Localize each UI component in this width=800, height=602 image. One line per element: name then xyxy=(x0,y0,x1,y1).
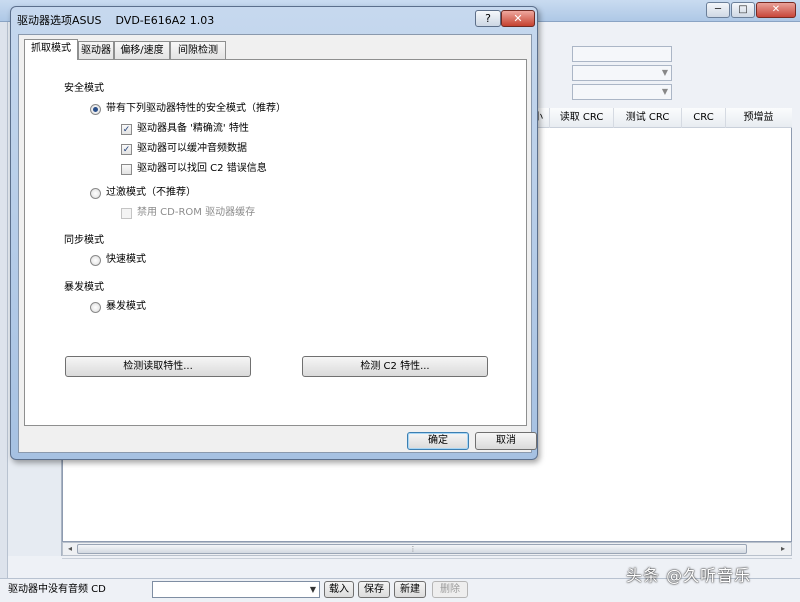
tab-rip-mode[interactable]: 抓取模式 xyxy=(24,39,78,60)
chevron-down-icon: ▼ xyxy=(309,585,316,594)
accurate-stream-label[interactable]: 驱动器具备 '精确流' 特性 xyxy=(137,122,249,136)
scroll-thumb[interactable]: ⋮ xyxy=(77,544,747,554)
column-header-read-crc[interactable]: 读取 CRC xyxy=(549,108,613,128)
chevron-down-icon: ▼ xyxy=(661,68,668,77)
c2-errors-label[interactable]: 驱动器可以找回 C2 错误信息 xyxy=(137,162,267,176)
secure-mode-label[interactable]: 带有下列驱动器特性的安全模式（推荐） xyxy=(106,102,286,116)
checkbox-accurate-stream[interactable]: ✓ xyxy=(121,124,132,135)
security-mode-heading: 安全模式 xyxy=(64,83,104,94)
fast-mode-label[interactable]: 快速模式 xyxy=(106,253,146,267)
tab-drive[interactable]: 驱动器 xyxy=(78,41,114,59)
horizontal-scrollbar[interactable]: ◂ ⋮ ▸ xyxy=(62,542,792,556)
info-select-2[interactable]: ▼ xyxy=(572,84,672,100)
paranoid-mode-label[interactable]: 过激模式（不推荐） xyxy=(106,186,196,200)
dialog-close-button[interactable]: ✕ xyxy=(501,10,535,27)
maximize-button[interactable]: □ xyxy=(731,2,755,18)
radio-paranoid-mode[interactable] xyxy=(90,188,101,199)
status-text: 驱动器中没有音频 CD xyxy=(8,584,106,595)
scroll-right-icon[interactable]: ▸ xyxy=(777,544,789,554)
info-select-1[interactable]: ▼ xyxy=(572,65,672,81)
tab-panel-rip-mode: 安全模式 带有下列驱动器特性的安全模式（推荐） ✓ 驱动器具备 '精确流' 特性… xyxy=(24,59,527,426)
cancel-button[interactable]: 取消 xyxy=(475,432,537,450)
load-button[interactable]: 载入 xyxy=(324,581,354,598)
radio-burst-mode[interactable] xyxy=(90,302,101,313)
burst-mode-label[interactable]: 暴发模式 xyxy=(106,300,146,314)
sync-mode-heading: 同步模式 xyxy=(64,235,104,246)
checkbox-caches-audio[interactable]: ✓ xyxy=(121,144,132,155)
drive-select[interactable]: ▼ xyxy=(152,581,320,598)
new-button[interactable]: 新建 xyxy=(394,581,426,598)
column-header-test-crc[interactable]: 测试 CRC xyxy=(613,108,681,128)
watermark: 头条 @久听音乐 xyxy=(626,566,752,585)
checkbox-c2-errors[interactable] xyxy=(121,164,132,175)
dialog-body: 抓取模式 驱动器 偏移/速度 间隙检测 安全模式 带有下列驱动器特性的安全模式（… xyxy=(18,34,537,453)
tab-offset-speed[interactable]: 偏移/速度 xyxy=(114,41,170,59)
caches-audio-label[interactable]: 驱动器可以缓冲音频数据 xyxy=(137,142,247,156)
radio-secure-mode[interactable] xyxy=(90,104,101,115)
detect-c2-features-button[interactable]: 检测 C2 特性... xyxy=(302,356,488,377)
disable-cache-label[interactable]: 禁用 CD-ROM 驱动器缓存 xyxy=(137,206,255,220)
info-field[interactable] xyxy=(572,46,672,62)
checkbox-disable-cache[interactable] xyxy=(121,208,132,219)
grip-icon: ⋮ xyxy=(409,545,417,553)
radio-fast-mode[interactable] xyxy=(90,255,101,266)
column-header-pregain[interactable]: 预增益 xyxy=(725,108,791,128)
scroll-left-icon[interactable]: ◂ xyxy=(65,544,75,554)
column-header-crc[interactable]: CRC xyxy=(681,108,725,128)
tab-gap-detection[interactable]: 间隙检测 xyxy=(170,41,226,59)
detect-read-features-button[interactable]: 检测读取特性... xyxy=(65,356,251,377)
dialog-title: 驱动器选项ASUS DVD-E616A2 1.03 xyxy=(17,14,215,27)
burst-mode-heading: 暴发模式 xyxy=(64,282,104,293)
minimize-button[interactable]: ─ xyxy=(706,2,730,18)
close-button[interactable]: ✕ xyxy=(756,2,796,18)
help-button[interactable]: ? xyxy=(475,10,501,27)
left-edge xyxy=(0,22,8,578)
ok-button[interactable]: 确定 xyxy=(407,432,469,450)
delete-button[interactable]: 删除 xyxy=(432,581,468,598)
save-button[interactable]: 保存 xyxy=(358,581,390,598)
chevron-down-icon: ▼ xyxy=(661,87,668,96)
drive-options-dialog: 驱动器选项ASUS DVD-E616A2 1.03 ? ✕ 抓取模式 驱动器 偏… xyxy=(10,6,538,460)
